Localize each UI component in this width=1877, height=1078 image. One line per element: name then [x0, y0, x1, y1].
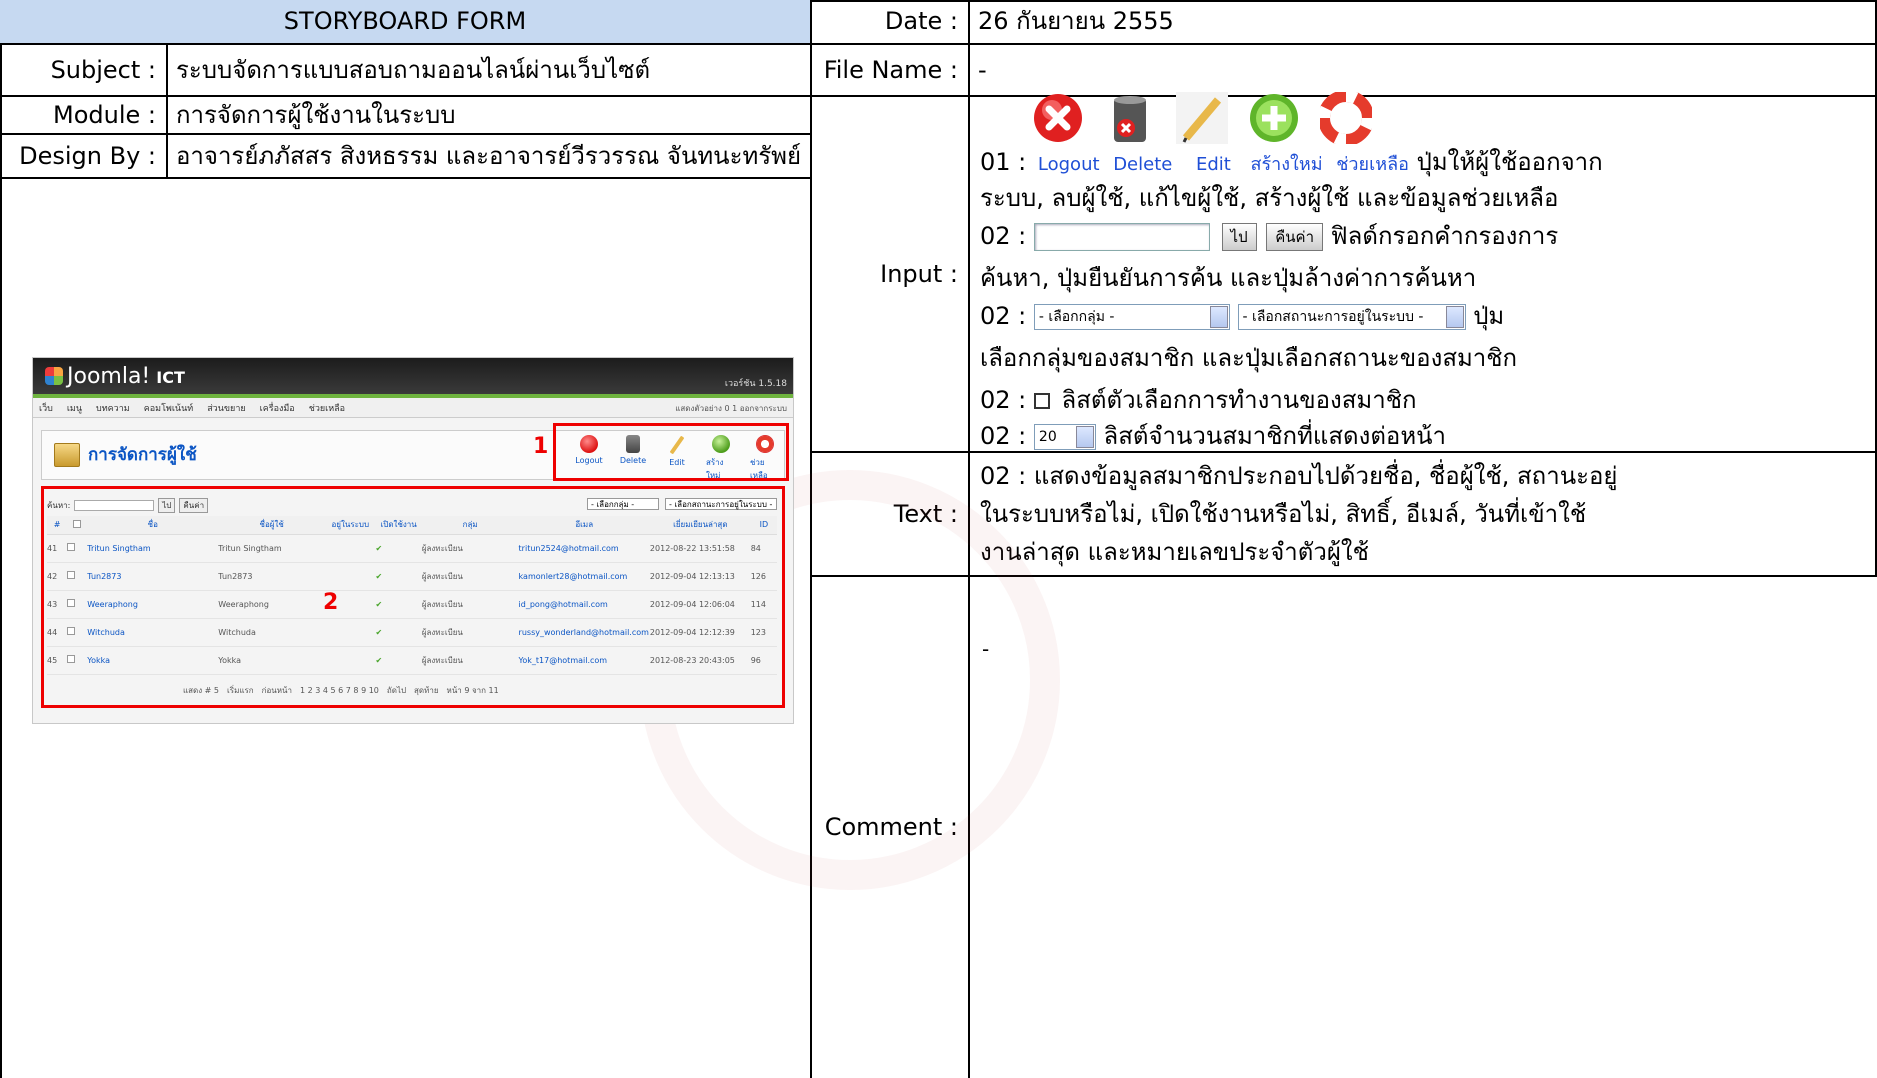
joomla-logo: Joomla! ICT: [45, 364, 185, 389]
status-select-sample[interactable]: - เลือกสถานะการอยู่ในระบบ -: [1237, 304, 1466, 330]
joomla-admin-screenshot: Joomla! ICT เวอร์ชัน 1.5.18 เว็บ เมนู บทค…: [32, 357, 794, 724]
group-select-sample[interactable]: - เลือกกลุ่ม -: [1033, 304, 1230, 330]
menu-menus[interactable]: เมนู: [67, 401, 82, 415]
input-line-5: 02 : - เลือกกลุ่ม - - เลือกสถานะการอยู่ใ…: [980, 296, 1504, 335]
chevron-down-icon: [1209, 306, 1228, 328]
legend-edit-label[interactable]: Edit: [1196, 154, 1231, 175]
filename-value: -: [970, 45, 1877, 97]
edit-icon: [1176, 92, 1228, 144]
input-line8-prefix: 02 :: [980, 422, 1027, 450]
limit-select-sample[interactable]: 20: [1033, 424, 1096, 450]
module-label: Module :: [0, 97, 168, 135]
text-line-2: ในระบบหรือไม่, เปิดใช้งานหรือไม่, สิทธิ์…: [980, 500, 1587, 528]
group-select-text: - เลือกกลุ่ม -: [1038, 309, 1115, 325]
users-icon: [54, 442, 80, 467]
input-line8-text: ลิสต์จำนวนสมาชิกที่แสดงต่อหน้า: [1103, 422, 1447, 450]
joomla-logo-icon: [45, 367, 63, 385]
input-line-3: 02 : ไป คืนค่า ฟิลด์กรอกคำกรองการ: [980, 216, 1558, 255]
storyboard-form: STORYBOARD FORM Date : 26 กันยายน 2555 S…: [0, 0, 1877, 1078]
input-line7-prefix: 02 :: [980, 386, 1027, 414]
joomla-brand: Joomla!: [67, 364, 151, 389]
annotation-box-1: [553, 423, 789, 481]
input-line1-prefix: 01 :: [980, 148, 1027, 176]
input-line3-prefix: 02 :: [980, 222, 1027, 250]
input-line-7: 02 : ลิสต์ตัวเลือกการทำงานของสมาชิก: [980, 380, 1417, 419]
text-line-3: งานล่าสุด และหมายเลขประจำตัวผู้ใช้: [980, 538, 1369, 566]
annotation-marker-1: 1: [533, 434, 549, 459]
chevron-down-icon: [1445, 306, 1464, 328]
filename-label: File Name :: [812, 45, 970, 97]
menu-content[interactable]: บทความ: [96, 401, 130, 415]
limit-select-text: 20: [1038, 429, 1057, 445]
menu-help[interactable]: ช่วยเหลือ: [309, 401, 345, 415]
form-title: STORYBOARD FORM: [0, 0, 812, 45]
input-line7-text: ลิสต์ตัวเลือกการทำงานของสมาชิก: [1061, 386, 1417, 414]
input-line-2: ระบบ, ลบผู้ใช้, แก้ไขผู้ใช้, สร้างผู้ใช้…: [980, 184, 1559, 212]
text-line-1: 02 : แสดงข้อมูลสมาชิกประกอบไปด้วยชื่อ, ช…: [980, 462, 1618, 490]
input-line-1: 01 : Logout Delete Edit สร้างใหม่ ช่วยเห…: [980, 142, 1603, 181]
search-input-sample[interactable]: [1033, 223, 1210, 251]
legend-new-label[interactable]: สร้างใหม่: [1250, 154, 1322, 175]
menu-extensions[interactable]: ส่วนขยาย: [207, 401, 245, 415]
logout-icon: [1034, 94, 1082, 142]
input-line-6: เลือกกลุ่มของสมาชิก และปุ่มเลือกสถานะของ…: [980, 344, 1518, 372]
joomla-header: Joomla! ICT เวอร์ชัน 1.5.18: [33, 358, 793, 394]
page-title-text: การจัดการผู้ใช้: [88, 445, 197, 465]
input-line-4: ค้นหา, ปุ่มยืนยันการค้น และปุ่มล้างค่ากา…: [980, 264, 1477, 292]
input-line3-text: ฟิลด์กรอกคำกรองการ: [1330, 222, 1559, 250]
menu-components[interactable]: คอมโพเน้นท์: [144, 401, 193, 415]
checkbox-sample[interactable]: [1033, 393, 1050, 409]
subject-value: ระบบจัดการแบบสอบถามออนไลน์ผ่านเว็บไซต์: [168, 45, 812, 97]
input-line1-text: ปุ่มให้ผู้ใช้ออกจาก: [1416, 148, 1603, 176]
site-name: ICT: [156, 368, 185, 387]
annotation-marker-2: 2: [323, 590, 339, 615]
help-icon: [1320, 92, 1372, 144]
legend-help-label[interactable]: ช่วยเหลือ: [1336, 154, 1409, 175]
text-notes: 02 : แสดงข้อมูลสมาชิกประกอบไปด้วยชื่อ, ช…: [970, 453, 1877, 577]
go-button-sample[interactable]: ไป: [1221, 223, 1257, 251]
input-line5-prefix: 02 :: [980, 302, 1027, 330]
input-label: Input :: [812, 97, 970, 453]
page-title: การจัดการผู้ใช้: [54, 441, 197, 468]
add-new-icon: [1250, 94, 1298, 142]
delete-icon: [1114, 96, 1146, 142]
menu-site[interactable]: เว็บ: [39, 401, 53, 415]
date-value: 26 กันยายน 2555: [970, 0, 1877, 45]
legend-icons: [1032, 92, 1372, 144]
design-value: อาจารย์ภภัสสร สิงหธรรม และอาจารย์วีรวรรณ…: [168, 135, 812, 179]
menu-status[interactable]: แสดงตัวอย่าง 0 1 ออกจากระบบ: [675, 402, 787, 415]
legend-delete-label[interactable]: Delete: [1113, 154, 1172, 175]
module-value: การจัดการผู้ใช้งานในระบบ: [168, 97, 812, 135]
status-select-text: - เลือกสถานะการอยู่ในระบบ -: [1242, 309, 1424, 325]
subject-label: Subject :: [0, 45, 168, 97]
legend-logout-label[interactable]: Logout: [1038, 154, 1100, 175]
admin-menu-bar: เว็บ เมนู บทความ คอมโพเน้นท์ ส่วนขยาย เค…: [33, 398, 793, 418]
date-label: Date :: [812, 0, 970, 45]
input-line-8: 02 : 20 ลิสต์จำนวนสมาชิกที่แสดงต่อหน้า: [980, 416, 1446, 455]
comment-value-cell: -: [970, 577, 1877, 1078]
version-label: เวอร์ชัน 1.5.18: [724, 379, 787, 389]
reset-button-sample[interactable]: คืนค่า: [1266, 223, 1324, 251]
chevron-down-icon: [1075, 426, 1094, 448]
design-label: Design By :: [0, 135, 168, 179]
input-line5-text: ปุ่ม: [1473, 302, 1505, 330]
menu-tools[interactable]: เครื่องมือ: [260, 401, 295, 415]
annotation-box-2: [41, 486, 785, 708]
